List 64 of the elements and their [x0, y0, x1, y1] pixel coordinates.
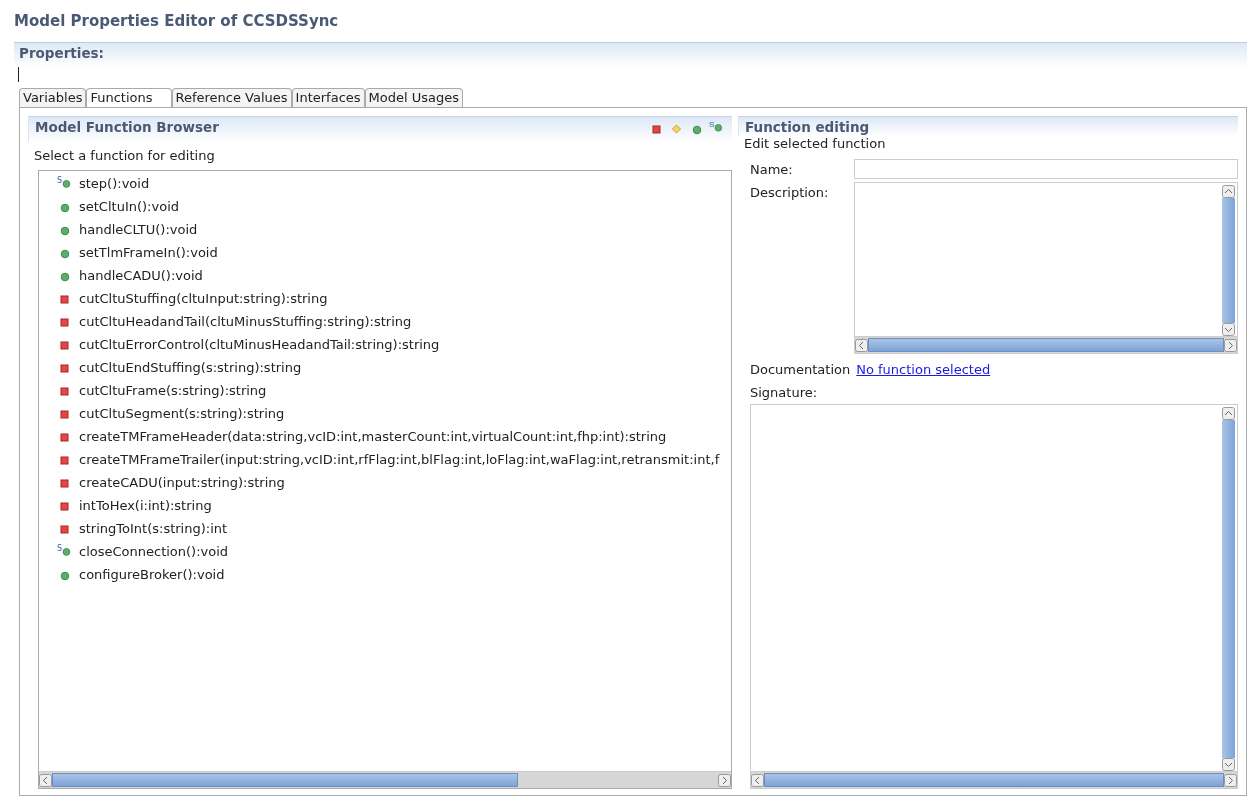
tab[interactable]: Interfaces: [291, 88, 365, 107]
square-icon: [57, 292, 71, 305]
vertical-scrollbar[interactable]: [1222, 185, 1235, 336]
function-item[interactable]: setCltuIn():void: [57, 195, 731, 218]
editor-title: Model Properties Editor of CCSDSSync: [14, 12, 340, 32]
square-icon: [649, 123, 663, 135]
section-title: Properties:: [19, 45, 104, 61]
function-item[interactable]: handleCADU():void: [57, 264, 731, 287]
square-icon: [57, 361, 71, 374]
horizontal-scrollbar[interactable]: [39, 771, 731, 788]
square-icon: [57, 384, 71, 397]
panel-title: Model Function Browser: [35, 119, 219, 137]
chevron-left-icon[interactable]: [751, 773, 764, 787]
vertical-scrollbar[interactable]: [1222, 407, 1235, 771]
square-icon: [57, 430, 71, 443]
field-label: Signature:: [749, 384, 819, 402]
chevron-left-icon[interactable]: [39, 773, 52, 787]
tab[interactable]: Reference Values: [171, 88, 292, 107]
square-icon: [57, 476, 71, 489]
square-icon: [57, 407, 71, 420]
function-item[interactable]: S closeConnection():void: [57, 540, 731, 563]
square-icon: [57, 338, 71, 351]
chevron-right-icon[interactable]: [1224, 338, 1237, 352]
function-item[interactable]: handleCLTU():void: [57, 218, 731, 241]
name-field[interactable]: [854, 159, 1238, 179]
documentation-link[interactable]: No function selected: [856, 362, 991, 377]
square-icon: [57, 453, 71, 466]
signature-field[interactable]: [750, 404, 1238, 789]
square-icon: [57, 499, 71, 512]
horizontal-scrollbar[interactable]: [751, 771, 1237, 788]
tab[interactable]: Variables: [19, 88, 87, 107]
square-icon: [57, 522, 71, 535]
function-item[interactable]: cutCltuHeadandTail(cltuMinusStuffing:string):string: [57, 310, 731, 333]
chevron-up-icon[interactable]: [1222, 407, 1235, 420]
square-icon: [57, 315, 71, 328]
function-item[interactable]: cutCltuStuffing(cltuInput:string):string: [57, 287, 731, 310]
horizontal-scrollbar[interactable]: [855, 336, 1237, 353]
function-item[interactable]: createCADU(input:string):string: [57, 471, 731, 494]
chevron-right-icon[interactable]: [1224, 773, 1237, 787]
function-item[interactable]: stringToInt(s:string):int: [57, 517, 731, 540]
instruction-text: Edit selected function: [743, 136, 887, 153]
diamond-icon: [669, 123, 683, 135]
function-item[interactable]: intToHex(i:int):string: [57, 494, 731, 517]
description-field[interactable]: [854, 182, 1238, 354]
tab[interactable]: Functions: [86, 88, 172, 107]
function-item[interactable]: cutCltuSegment(s:string):string: [57, 402, 731, 425]
field-label: Name:: [750, 161, 794, 179]
function-item[interactable]: cutCltuFrame(s:string):string: [57, 379, 731, 402]
function-item[interactable]: createTMFrameTrailer(input:string,vcID:int,rfFlag:int,blFlag:int,loFlag:int,waFlag:int,retransmit:int,f: [57, 448, 731, 471]
chevron-up-icon[interactable]: [1222, 185, 1235, 198]
function-item[interactable]: S step():void: [57, 172, 731, 195]
chevron-down-icon[interactable]: [1222, 758, 1235, 771]
chevron-left-icon[interactable]: [855, 338, 868, 352]
chevron-down-icon[interactable]: [1222, 323, 1235, 336]
instruction-text: Select a function for editing: [33, 147, 216, 165]
function-item[interactable]: cutCltuErrorControl(cltuMinusHeadandTail:string):string: [57, 333, 731, 356]
function-item[interactable]: configureBroker():void: [57, 563, 731, 586]
field-label: Description:: [750, 184, 830, 202]
field-label: Documentation: [750, 362, 851, 377]
chevron-right-icon[interactable]: [718, 773, 731, 787]
function-item[interactable]: setTlmFrameIn():void: [57, 241, 731, 264]
tab[interactable]: Model Usages: [364, 88, 463, 107]
function-item[interactable]: createTMFrameHeader(data:string,vcID:int,masterCount:int,virtualCount:int,fhp:int):string: [57, 425, 731, 448]
function-item[interactable]: cutCltuEndStuffing(s:string):string: [57, 356, 731, 379]
